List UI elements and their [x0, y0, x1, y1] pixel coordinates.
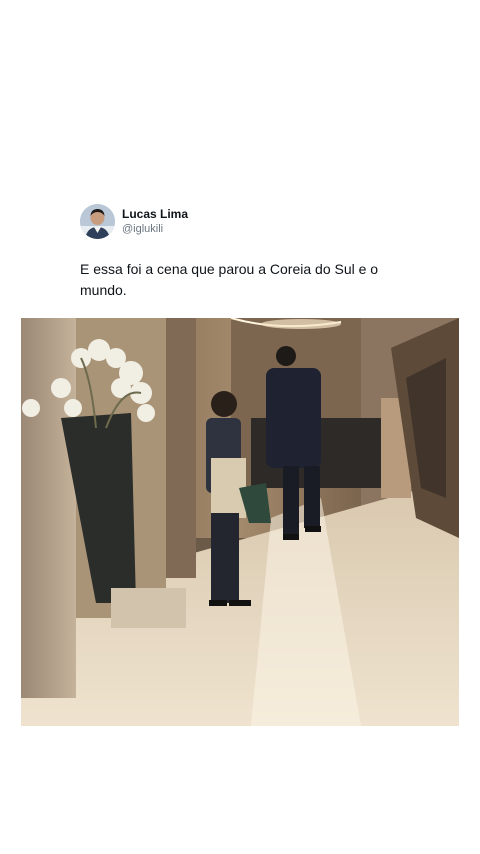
tweet-text: E essa foi a cena que parou a Coreia do …: [80, 261, 379, 298]
tweet-media-photo[interactable]: [21, 318, 459, 726]
photo-icon: [21, 318, 459, 726]
author-handle[interactable]: @iglukili: [122, 222, 188, 236]
author-display-name[interactable]: Lucas Lima: [122, 207, 188, 222]
tweet-header: Lucas Lima @iglukili: [80, 204, 188, 239]
avatar[interactable]: [80, 204, 115, 239]
avatar-image: [80, 204, 115, 239]
author-names: Lucas Lima @iglukili: [122, 207, 188, 236]
